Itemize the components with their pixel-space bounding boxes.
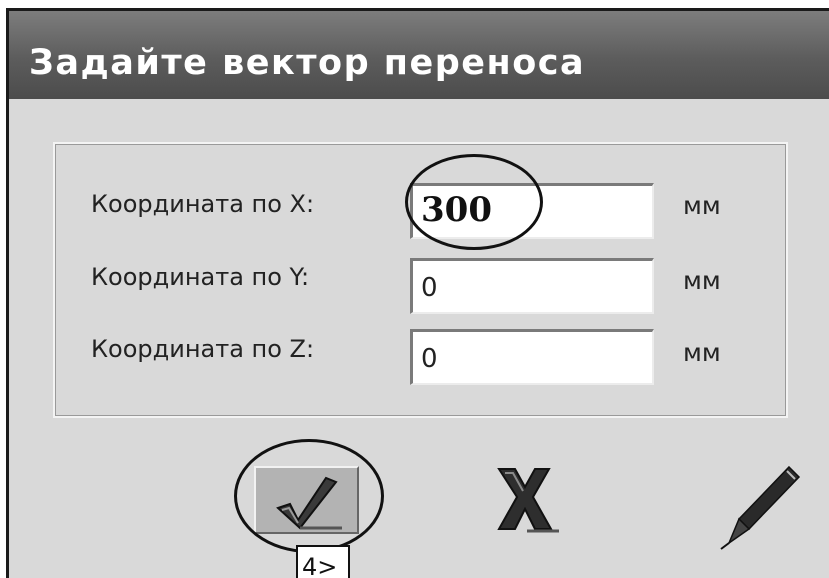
edit-button[interactable]: [709, 459, 804, 551]
label-y: Координата по Y:: [91, 263, 310, 291]
cancel-button[interactable]: [487, 463, 563, 535]
unit-x: мм: [683, 191, 721, 220]
tooltip: 4>: [296, 545, 350, 578]
z-coordinate-input[interactable]: 0: [410, 329, 654, 385]
pen-icon: [720, 465, 801, 550]
dialog-body: Координата по X: 300 мм Координата по Y:…: [9, 99, 829, 578]
checkmark-icon: [276, 476, 342, 530]
cross-icon: [497, 468, 559, 533]
title-bar[interactable]: Задайте вектор переноса: [9, 11, 829, 99]
y-coordinate-input[interactable]: 0: [410, 258, 654, 314]
unit-z: мм: [683, 338, 721, 367]
dialog-window: Задайте вектор переноса Координата по X:…: [6, 8, 829, 578]
dialog-title: Задайте вектор переноса: [29, 43, 586, 83]
label-x: Координата по X:: [91, 190, 315, 218]
label-z: Координата по Z:: [91, 335, 315, 363]
unit-y: мм: [683, 266, 721, 295]
x-coordinate-input[interactable]: 300: [410, 183, 654, 239]
ok-button[interactable]: [254, 466, 359, 534]
